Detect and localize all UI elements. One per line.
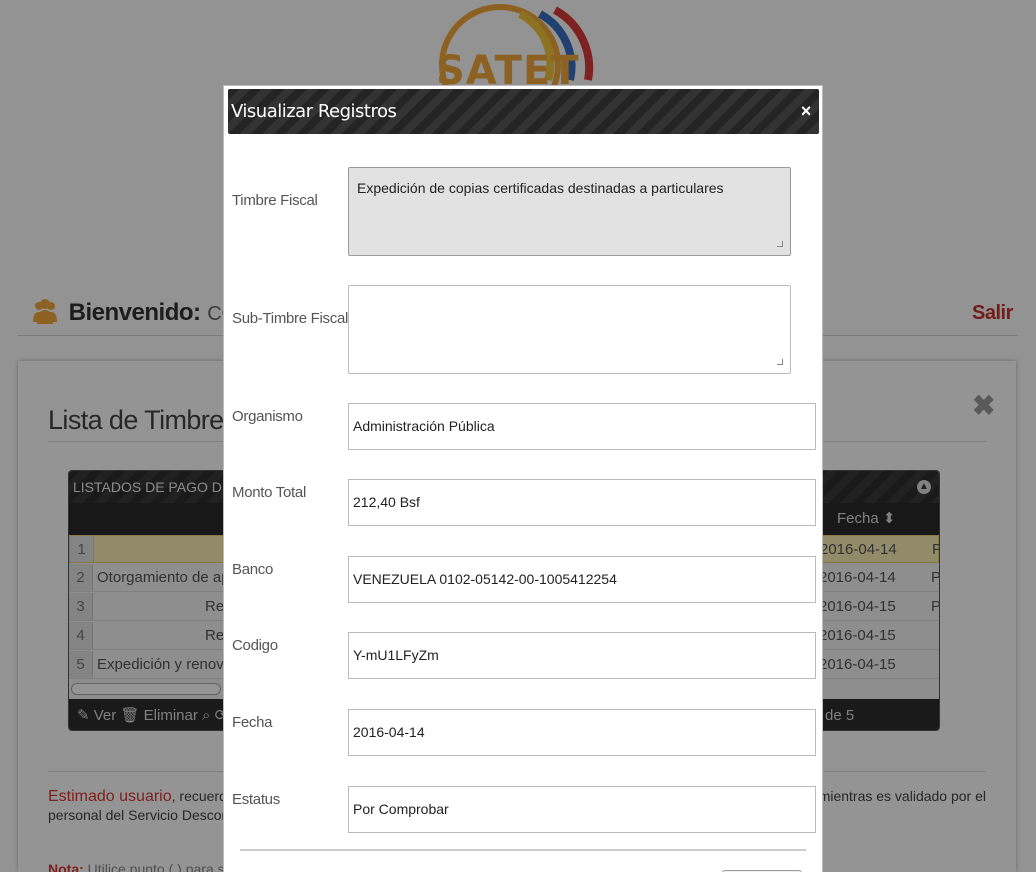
fecha-label: Fecha	[232, 714, 273, 731]
monto-total-label: Monto Total	[232, 484, 306, 501]
close-icon[interactable]: ×	[799, 102, 813, 120]
monto-total-field[interactable]: 212,40 Bsf	[348, 479, 816, 526]
timbre-fiscal-field[interactable]: Expedición de copias certificadas destin…	[348, 167, 791, 256]
sub-timbre-fiscal-field[interactable]	[348, 285, 791, 374]
estatus-field[interactable]: Por Comprobar	[348, 786, 816, 833]
dialog-header: Visualizar Registros ×	[228, 89, 819, 134]
resize-grip-icon[interactable]	[777, 359, 783, 365]
visualizar-registros-dialog: Visualizar Registros × Timbre Fiscal Exp…	[223, 85, 823, 872]
organismo-label: Organismo	[232, 408, 303, 425]
timbre-fiscal-label: Timbre Fiscal	[232, 192, 318, 209]
fecha-field[interactable]: 2016-04-14	[348, 709, 816, 756]
sub-timbre-fiscal-label: Sub-Timbre Fiscal	[232, 310, 349, 327]
dialog-title: Visualizar Registros	[231, 101, 397, 122]
organismo-field[interactable]: Administración Pública	[348, 403, 816, 450]
estatus-label: Estatus	[232, 791, 280, 808]
resize-grip-icon[interactable]	[777, 241, 783, 247]
codigo-field[interactable]: Y-mU1LFyZm	[348, 632, 816, 679]
divider	[240, 849, 806, 851]
banco-label: Banco	[232, 561, 274, 578]
codigo-label: Codigo	[232, 637, 278, 654]
banco-field[interactable]: VENEZUELA 0102-05142-00-1005412254	[348, 556, 816, 603]
